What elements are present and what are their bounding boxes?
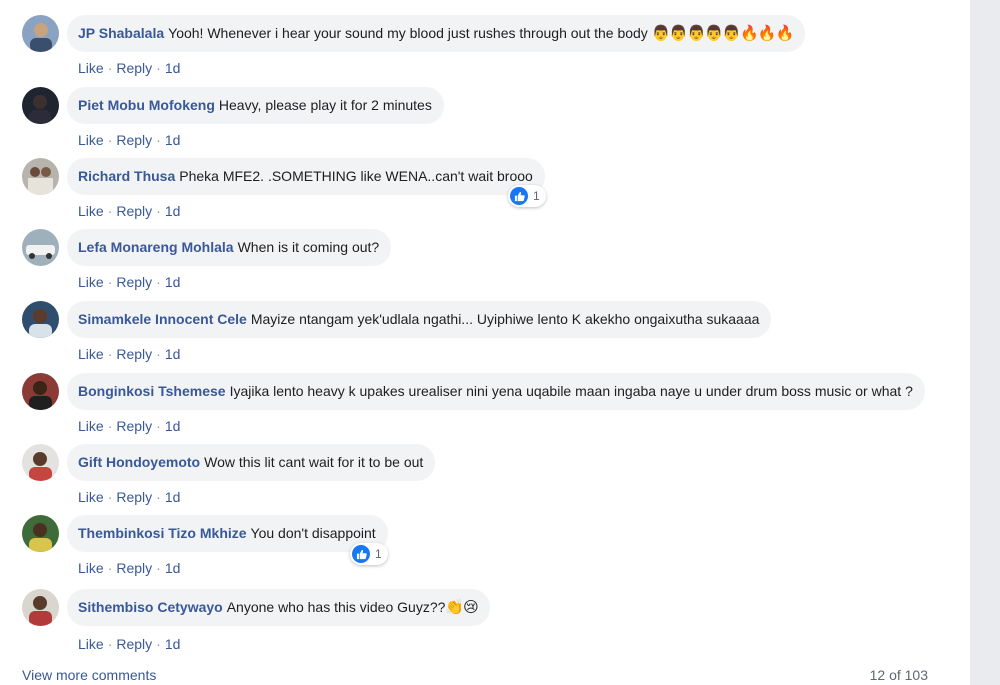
comment-actions: Like · Reply · 1d bbox=[78, 346, 181, 362]
comment-bubble: Bonginkosi Tshemese Iyajika lento heavy k… bbox=[67, 373, 925, 410]
comment-author[interactable]: Sithembiso Cetywayo bbox=[78, 599, 223, 615]
reply-link[interactable]: Reply bbox=[116, 418, 152, 434]
like-link[interactable]: Like bbox=[78, 636, 104, 652]
like-link[interactable]: Like bbox=[78, 489, 104, 505]
comment-count: 12 of 103 bbox=[869, 667, 928, 683]
comment-actions: Like · Reply · 1d bbox=[78, 274, 181, 290]
comments-panel: JP Shabalala Yooh! Whenever i hear your s… bbox=[0, 0, 970, 685]
comment-time[interactable]: 1d bbox=[165, 346, 181, 362]
comment-actions: Like · Reply · 1d bbox=[78, 489, 181, 505]
like-link[interactable]: Like bbox=[78, 560, 104, 576]
reaction-badge[interactable]: 1 bbox=[350, 543, 388, 565]
like-link[interactable]: Like bbox=[78, 274, 104, 290]
like-link[interactable]: Like bbox=[78, 418, 104, 434]
comment-author[interactable]: Piet Mobu Mofokeng bbox=[78, 97, 215, 113]
reaction-count: 1 bbox=[375, 547, 382, 561]
reply-link[interactable]: Reply bbox=[116, 60, 152, 76]
comment-emoji: 👨👨👨👨👨🔥🔥🔥 bbox=[651, 24, 794, 42]
comment-text: Wow this lit cant wait for it to be out bbox=[204, 454, 424, 470]
comment-text: Anyone who has this video Guyz?? bbox=[226, 599, 446, 615]
comment-text: Mayize ntangam yek'udlala ngathi... Uyip… bbox=[250, 311, 760, 327]
comment-author[interactable]: Gift Hondoyemoto bbox=[78, 454, 200, 470]
reply-link[interactable]: Reply bbox=[116, 636, 152, 652]
avatar[interactable] bbox=[22, 515, 59, 552]
reply-link[interactable]: Reply bbox=[116, 274, 152, 290]
comment-text: You don't disappoint bbox=[250, 525, 376, 541]
avatar[interactable] bbox=[22, 229, 59, 266]
comment-text: Heavy, please play it for 2 minutes bbox=[218, 97, 432, 113]
comment-bubble: Simamkele Innocent Cele Mayize ntangam ye… bbox=[67, 301, 772, 338]
reply-link[interactable]: Reply bbox=[116, 203, 152, 219]
reply-link[interactable]: Reply bbox=[116, 346, 152, 362]
like-link[interactable]: Like bbox=[78, 60, 104, 76]
like-link[interactable]: Like bbox=[78, 203, 104, 219]
comment-time[interactable]: 1d bbox=[165, 203, 181, 219]
comment-actions: Like · Reply · 1d bbox=[78, 560, 181, 576]
avatar[interactable] bbox=[22, 589, 59, 626]
comment-text: Pheka MFE2. .SOMETHING like WENA..can't … bbox=[179, 168, 533, 184]
comment-actions: Like · Reply · 1d bbox=[78, 60, 181, 76]
comment-author[interactable]: Thembinkosi Tizo Mkhize bbox=[78, 525, 247, 541]
reply-link[interactable]: Reply bbox=[116, 560, 152, 576]
comment-text: Iyajika lento heavy k upakes urealiser n… bbox=[229, 383, 913, 399]
comment-time[interactable]: 1d bbox=[165, 418, 181, 434]
comment-time[interactable]: 1d bbox=[165, 132, 181, 148]
comment-emoji: 👏😢 bbox=[445, 598, 478, 616]
comment-time[interactable]: 1d bbox=[165, 636, 181, 652]
comment-author[interactable]: Simamkele Innocent Cele bbox=[78, 311, 247, 327]
comment-bubble: Piet Mobu Mofokeng Heavy, please play it … bbox=[67, 87, 444, 124]
like-thumb-icon bbox=[510, 187, 528, 205]
reply-link[interactable]: Reply bbox=[116, 489, 152, 505]
comment-text: Yooh! Whenever i hear your sound my bloo… bbox=[168, 25, 648, 41]
comment-author[interactable]: Richard Thusa bbox=[78, 168, 175, 184]
avatar[interactable] bbox=[22, 87, 59, 124]
reaction-badge[interactable]: 1 bbox=[508, 185, 546, 207]
comment-actions: Like · Reply · 1d bbox=[78, 418, 181, 434]
avatar[interactable] bbox=[22, 15, 59, 52]
comment-actions: Like · Reply · 1d bbox=[78, 132, 181, 148]
avatar[interactable] bbox=[22, 301, 59, 338]
comment-bubble: Gift Hondoyemoto Wow this lit cant wait f… bbox=[67, 444, 436, 481]
like-link[interactable]: Like bbox=[78, 132, 104, 148]
like-link[interactable]: Like bbox=[78, 346, 104, 362]
avatar[interactable] bbox=[22, 373, 59, 410]
comment-time[interactable]: 1d bbox=[165, 489, 181, 505]
comment-author[interactable]: Lefa Monareng Mohlala bbox=[78, 239, 234, 255]
reaction-count: 1 bbox=[533, 189, 540, 203]
comment-bubble: Thembinkosi Tizo Mkhize You don't disappo… bbox=[67, 515, 388, 552]
comment-text: When is it coming out? bbox=[237, 239, 380, 255]
comment-bubble: JP Shabalala Yooh! Whenever i hear your s… bbox=[67, 15, 806, 52]
comment-time[interactable]: 1d bbox=[165, 274, 181, 290]
comment-time[interactable]: 1d bbox=[165, 60, 181, 76]
like-thumb-icon bbox=[352, 545, 370, 563]
comment-time[interactable]: 1d bbox=[165, 560, 181, 576]
avatar[interactable] bbox=[22, 444, 59, 481]
comment-actions: Like · Reply · 1d bbox=[78, 636, 181, 652]
view-more-comments-link[interactable]: View more comments bbox=[22, 667, 156, 683]
comment-author[interactable]: JP Shabalala bbox=[78, 25, 164, 41]
comment-bubble: Richard Thusa Pheka MFE2. .SOMETHING like… bbox=[67, 158, 545, 195]
reply-link[interactable]: Reply bbox=[116, 132, 152, 148]
avatar[interactable] bbox=[22, 158, 59, 195]
comment-author[interactable]: Bonginkosi Tshemese bbox=[78, 383, 226, 399]
comment-bubble: Lefa Monareng Mohlala When is it coming o… bbox=[67, 229, 392, 266]
comment-bubble: Sithembiso Cetywayo Anyone who has this v… bbox=[67, 589, 490, 626]
comment-actions: Like · Reply · 1d bbox=[78, 203, 181, 219]
